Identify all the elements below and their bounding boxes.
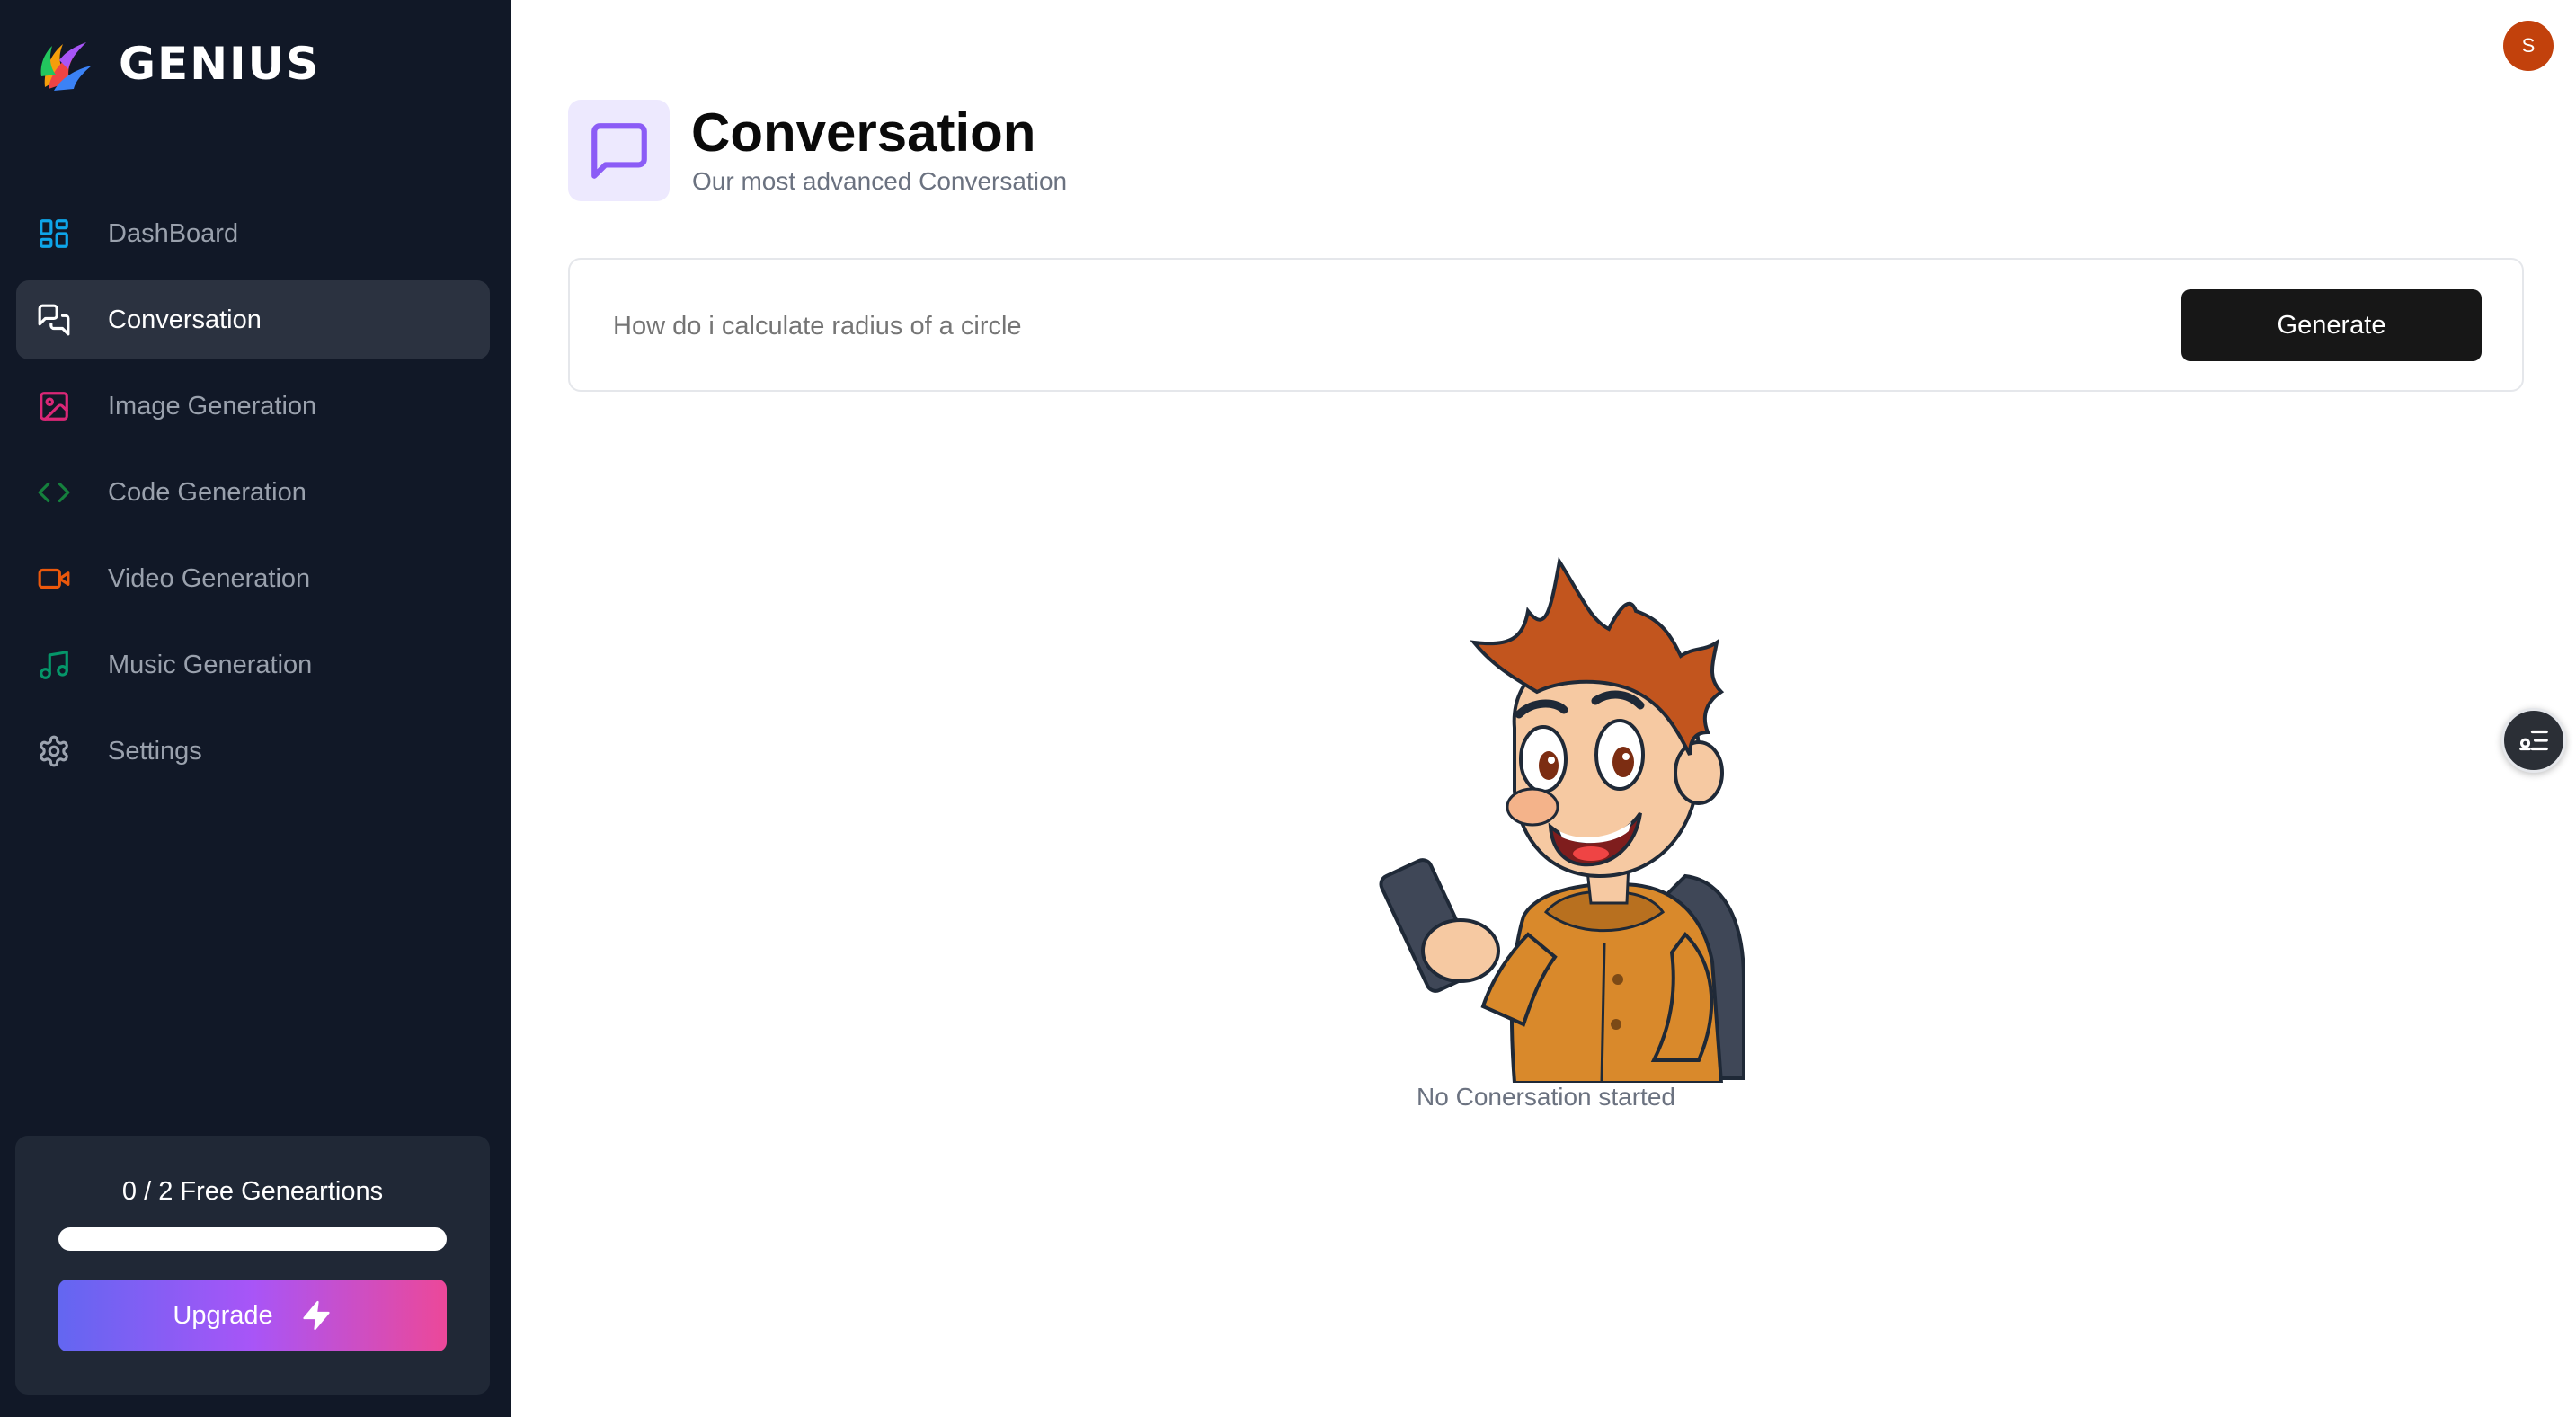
sidebar-item-label: Settings [108,736,202,766]
zap-icon [303,1300,330,1331]
user-avatar[interactable]: S [2503,21,2554,71]
message-square-icon [591,122,647,179]
sidebar-item-music-generation[interactable]: Music Generation [16,625,490,704]
empty-state-text: No Conersation started [1417,1083,1675,1111]
prompt-form: Generate [568,258,2524,392]
prompt-input[interactable] [613,299,2141,353]
floating-toggle-button[interactable] [2501,708,2566,773]
page-title: Conversation [691,102,1036,163]
flame-logo-icon [40,42,92,91]
sidebar-item-code-generation[interactable]: Code Generation [16,453,490,532]
sidebar-item-label: Conversation [108,305,262,334]
sidebar-nav: DashBoard Conversation Image Generation [16,194,490,798]
sidebar-item-label: Image Generation [108,391,317,421]
sidebar-item-label: Video Generation [108,563,311,593]
messages-icon [36,302,72,338]
sidebar-item-label: Code Generation [108,477,306,507]
layout-dashboard-icon [36,216,72,252]
code-icon [36,474,72,510]
free-generations-progress [58,1227,447,1251]
list-toggle-icon [2519,730,2548,751]
upgrade-button[interactable]: Upgrade [58,1280,447,1351]
header-icon-box [568,100,670,201]
sidebar-item-dashboard[interactable]: DashBoard [16,194,490,273]
music-icon [36,647,72,683]
free-generations-card: 0 / 2 Free Geneartions Upgrade [15,1136,490,1395]
sidebar-item-settings[interactable]: Settings [16,712,490,791]
sidebar: GENIUS DashBoard Conversation Image Gene… [0,0,511,1417]
free-generations-count: 0 / 2 Free Geneartions [121,1177,384,1206]
sidebar-item-video-generation[interactable]: Video Generation [16,539,490,618]
brand[interactable]: GENIUS [36,32,320,95]
brand-name: GENIUS [119,38,321,90]
image-icon [36,388,72,424]
generate-button[interactable]: Generate [2181,289,2482,361]
empty-state-illustration [1379,557,1745,1083]
settings-icon [36,733,72,769]
upgrade-button-label: Upgrade [173,1300,273,1330]
page-subtitle: Our most advanced Conversation [692,167,1068,195]
video-icon [36,561,72,597]
sidebar-item-image-generation[interactable]: Image Generation [16,367,490,446]
sidebar-item-label: DashBoard [108,218,239,248]
sidebar-item-conversation[interactable]: Conversation [16,280,490,359]
sidebar-item-label: Music Generation [108,650,313,679]
